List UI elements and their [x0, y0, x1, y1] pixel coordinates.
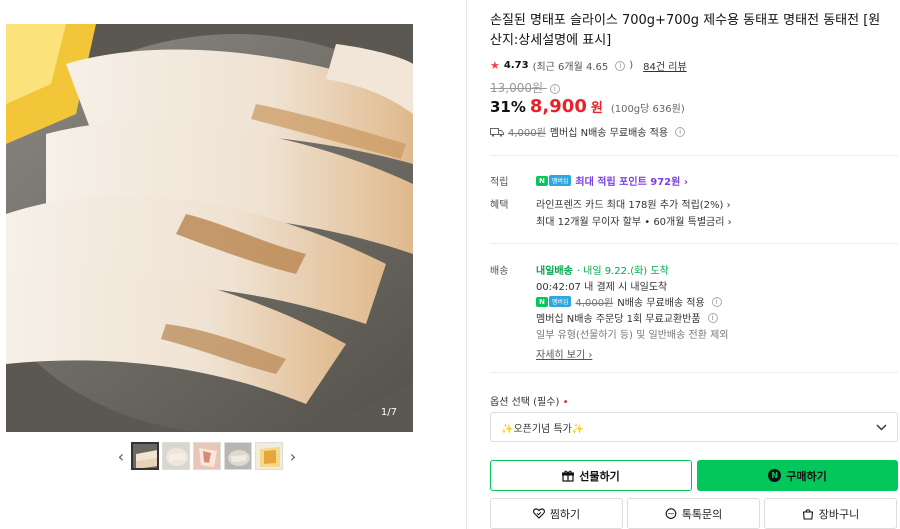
sale-price: 8,900 — [529, 96, 587, 117]
price-info-icon[interactable]: i — [549, 83, 560, 94]
price-row: 31% 8,900 원 (100g당 636원) — [490, 96, 685, 117]
heart-icon — [532, 508, 545, 519]
divider — [490, 372, 898, 373]
order-countdown: 00:42:07 내 결제 시 내일도착 — [536, 282, 668, 293]
npay-icon: N — [768, 469, 782, 482]
rating-recent: (최근 6개월 4.65 — [532, 62, 609, 73]
rating-recent-close: ) — [629, 60, 634, 71]
exchange-row: 멤버십 N배송 주문당 1회 무료교환반품 i — [536, 310, 718, 325]
benefits-label: 혜택 — [490, 200, 509, 211]
thumbnail-2[interactable] — [162, 442, 190, 470]
points-label: 적립 — [490, 177, 509, 188]
star-icon: ★ — [490, 59, 500, 72]
prev-thumbnail-button[interactable]: ‹ — [114, 447, 128, 466]
membership-badge: N 멤버십 — [536, 296, 572, 307]
next-thumbnail-button[interactable]: › — [286, 447, 300, 466]
npay-n-badge: N — [536, 296, 548, 307]
exchange-text: 멤버십 N배송 주문당 1회 무료교환반품 — [536, 314, 701, 325]
delivery-free-text: N배송 무료배송 적용 — [617, 298, 705, 309]
talk-inquiry-button[interactable]: 톡톡문의 — [627, 498, 760, 529]
option-selected-value: ✨오픈기념 특가✨ — [501, 423, 585, 435]
more-details-link[interactable]: 자세히 보기 › — [536, 346, 592, 361]
cart-button-label: 장바구니 — [818, 507, 860, 521]
original-price-value: 13,000원 — [490, 81, 544, 95]
membership-tag: 멤버십 — [548, 175, 572, 186]
option-label: 옵션 선택 (필수) • — [490, 393, 568, 408]
more-details-text: 자세히 보기 › — [536, 350, 593, 361]
discount-rate: 31% — [490, 98, 526, 116]
divider — [490, 155, 898, 156]
buy-button-label: 구매하기 — [786, 469, 827, 483]
delivery-label: 배송 — [490, 266, 509, 277]
thumbnail-1[interactable] — [131, 442, 159, 470]
product-title: 손질된 명태포 슬라이스 700g+700g 제수용 동태포 명태전 동태전 [… — [490, 13, 881, 48]
gift-icon — [562, 470, 575, 482]
panel-divider — [466, 0, 467, 529]
installment-benefit-link[interactable]: 최대 12개월 무이자 할부 • 60개월 특별금리 › — [536, 213, 732, 228]
info-icon[interactable]: i — [615, 60, 626, 71]
option-label-text: 옵션 선택 (필수) — [490, 397, 560, 408]
exclusion-text: 일부 유형(선물하기 등) 및 일반배송 전환 제외 — [536, 330, 729, 341]
unit-price: (100g당 636원) — [610, 104, 685, 115]
review-count-link[interactable]: 84건 리뷰 — [643, 58, 687, 73]
buy-button[interactable]: N 구매하기 — [697, 460, 898, 491]
price-currency: 원 — [590, 101, 603, 116]
shipping-summary: 4,000원 멤버십 N배송 무료배송 적용 i — [490, 124, 686, 139]
gift-button[interactable]: 선물하기 — [490, 460, 692, 491]
thumbnail-4[interactable] — [224, 442, 252, 470]
photo-counter: 1/7 — [380, 407, 397, 418]
delivery-original-fee: 4,000원 — [575, 298, 614, 309]
delivery-info-icon[interactable]: i — [711, 296, 722, 307]
shipping-original-fee: 4,000원 — [508, 128, 546, 139]
delivery-shipping-row: N 멤버십 4,000원 N배송 무료배송 적용 i — [536, 294, 722, 309]
delivery-date-row: 내일배송 · 내일 9.22.(화) 도착 — [536, 262, 669, 277]
exchange-info-icon[interactable]: i — [707, 312, 718, 323]
original-price: 13,000원 i — [490, 79, 560, 96]
chevron-down-icon — [876, 424, 887, 430]
card-benefit-link[interactable]: 라인프렌즈 카드 최대 178원 추가 적립(2%) › — [536, 196, 731, 211]
thumbnail-3[interactable] — [193, 442, 221, 470]
thumbnail-5[interactable] — [255, 442, 283, 470]
shipping-text: 멤버십 N배송 무료배송 적용 — [549, 128, 669, 139]
membership-tag: 멤버십 — [548, 296, 572, 307]
product-gallery: 1/7 ‹ › — [0, 0, 420, 529]
gift-button-label: 선물하기 — [579, 469, 620, 483]
points-row[interactable]: N 멤버십 최대 적립 포인트 972원 › — [536, 173, 688, 188]
rating-row: ★ 4.73 (최근 6개월 4.65 i) 84건 리뷰 — [490, 58, 687, 73]
option-select[interactable]: ✨오픈기념 특가✨ — [490, 412, 898, 442]
installment-text: 최대 12개월 무이자 할부 • 60개월 특별금리 › — [536, 217, 732, 228]
wish-button-label: 찜하기 — [549, 507, 581, 521]
rating-value: 4.73 — [503, 60, 529, 71]
thumbnail-strip: ‹ › — [114, 442, 300, 470]
required-mark: • — [562, 397, 569, 408]
main-product-image[interactable]: 1/7 — [6, 24, 413, 432]
delivery-date: · 내일 9.22.(화) 도착 — [576, 266, 669, 277]
max-points-text: 최대 적립 포인트 972원 › — [575, 177, 688, 188]
membership-badge: N 멤버십 — [536, 175, 572, 186]
divider — [490, 243, 898, 244]
card-benefit-text: 라인프렌즈 카드 최대 178원 추가 적립(2%) › — [536, 200, 731, 211]
truck-icon — [490, 127, 504, 137]
chat-bubble-icon — [665, 507, 677, 519]
wish-button[interactable]: 찜하기 — [490, 498, 623, 529]
tomorrow-delivery-badge: 내일배송 — [536, 266, 573, 277]
fish-fillet-photo — [6, 24, 413, 432]
shopping-bag-icon — [802, 508, 813, 520]
countdown-row: 00:42:07 내 결제 시 내일도착 — [536, 278, 667, 293]
product-info-panel: 손질된 명태포 슬라이스 700g+700g 제수용 동태포 명태전 동태전 [… — [490, 0, 900, 529]
talk-button-label: 톡톡문의 — [681, 507, 723, 521]
npay-n-badge: N — [536, 175, 548, 186]
exclusion-note: 일부 유형(선물하기 등) 및 일반배송 전환 제외 — [536, 326, 728, 341]
shipping-info-icon[interactable]: i — [675, 126, 686, 137]
cart-button[interactable]: 장바구니 — [764, 498, 897, 529]
